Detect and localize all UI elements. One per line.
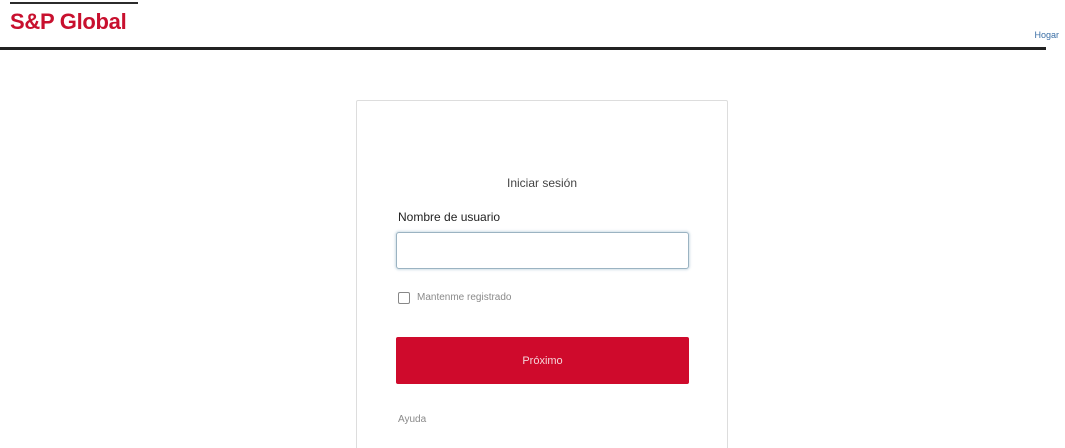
username-input[interactable] xyxy=(396,232,689,269)
login-title: Iniciar sesión xyxy=(506,176,578,190)
remember-me-checkbox[interactable] xyxy=(398,292,410,304)
login-card: Iniciar sesión Nombre de usuario Mantenm… xyxy=(356,100,728,448)
remember-me-option[interactable]: Mantenme registrado xyxy=(398,291,512,305)
remember-me-label: Mantenme registrado xyxy=(417,292,512,303)
username-label: Nombre de usuario xyxy=(398,210,501,224)
next-button[interactable]: Próximo xyxy=(396,337,689,384)
sp-global-logo[interactable]: S&P Global xyxy=(10,8,127,36)
header-divider xyxy=(0,47,1046,50)
help-link[interactable]: Ayuda xyxy=(398,413,426,427)
home-link[interactable]: Hogar xyxy=(1034,29,1059,41)
login-page: S&P Global Hogar Iniciar sesión Nombre d… xyxy=(0,0,1065,448)
logo-top-rule xyxy=(10,2,138,4)
